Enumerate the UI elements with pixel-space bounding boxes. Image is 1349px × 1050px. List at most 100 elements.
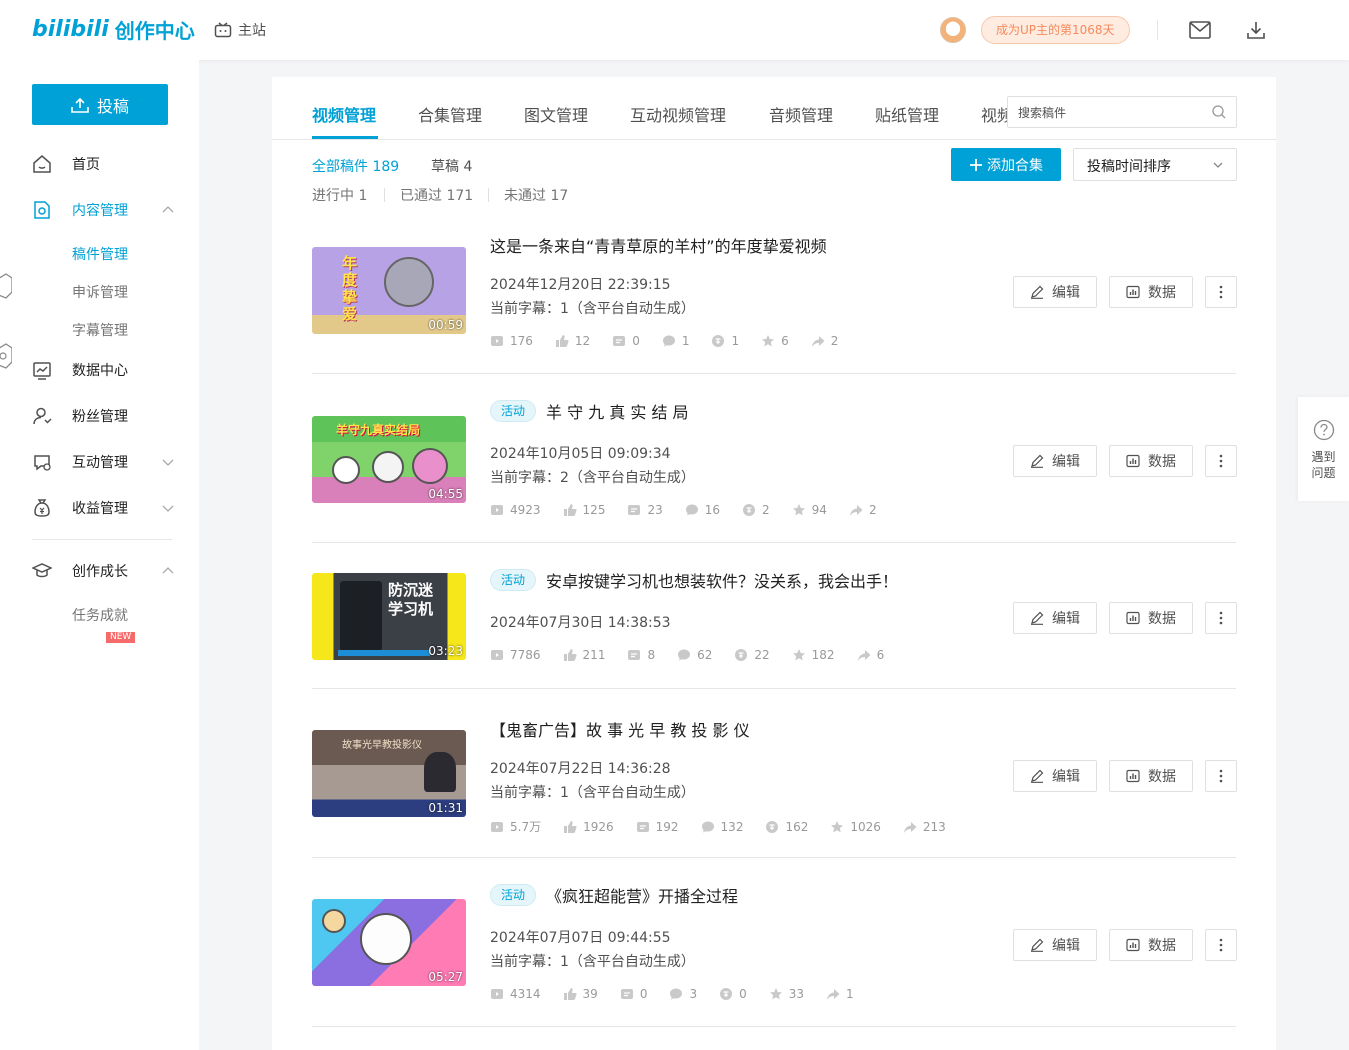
sidebar-item-label: 内容管理 bbox=[72, 203, 128, 219]
mail-icon[interactable] bbox=[1189, 19, 1211, 41]
data-label: 数据 bbox=[1148, 938, 1176, 954]
data-label: 数据 bbox=[1148, 285, 1176, 301]
data-button[interactable]: 数据 bbox=[1109, 276, 1193, 308]
more-button[interactable] bbox=[1205, 602, 1237, 634]
sidebar-item-revenue[interactable]: 收益管理 bbox=[0, 488, 199, 528]
sort-select[interactable]: 投稿时间排序 bbox=[1073, 148, 1237, 181]
thumbnail-text: 年度挚爱 bbox=[342, 254, 358, 323]
more-button[interactable] bbox=[1205, 760, 1237, 792]
video-thumbnail[interactable]: 羊守九真实结局 04:55 bbox=[312, 416, 466, 503]
sidebar-item-fans[interactable]: 粉丝管理 bbox=[0, 396, 199, 436]
tab-article[interactable]: 图文管理 bbox=[524, 102, 588, 126]
data-button[interactable]: 数据 bbox=[1109, 602, 1193, 634]
edit-button[interactable]: 编辑 bbox=[1013, 760, 1097, 792]
sidebar-item-label: 粉丝管理 bbox=[72, 409, 128, 425]
danmaku-icon bbox=[628, 650, 641, 660]
danmaku-icon bbox=[613, 336, 626, 346]
play-icon bbox=[491, 821, 503, 832]
video-stats: 7786 211 8 62 22 182 6 bbox=[490, 648, 906, 662]
avatar[interactable] bbox=[940, 17, 966, 43]
video-title-text: 羊 守 九 真 实 结 局 bbox=[546, 403, 689, 422]
divider bbox=[1157, 20, 1158, 40]
video-thumbnail[interactable]: 05:27 bbox=[312, 899, 466, 986]
sidebar-item-growth[interactable]: 创作成长 bbox=[0, 551, 199, 591]
tab-sticker[interactable]: 贴纸管理 bbox=[875, 102, 939, 126]
search-icon[interactable] bbox=[1212, 105, 1226, 119]
edit-button[interactable]: 编辑 bbox=[1013, 276, 1097, 308]
comment-icon bbox=[678, 649, 691, 661]
sidebar-sub-subtitles[interactable]: 字幕管理 bbox=[72, 320, 128, 340]
video-thumbnail[interactable]: 年度挚爱 00:59 bbox=[312, 247, 466, 334]
comment-icon bbox=[701, 821, 714, 832]
video-row: 年度挚爱 00:59 这是一条来自“青青草原的羊村”的年度挚爱视频 2024年1… bbox=[312, 205, 1237, 374]
pencil-icon bbox=[1031, 454, 1044, 468]
stat-comments: 1 bbox=[662, 334, 689, 348]
sidebar-item-label: 互动管理 bbox=[72, 455, 128, 471]
video-date: 2024年07月07日 09:44:55 bbox=[490, 930, 671, 946]
bar-chart-icon bbox=[1126, 454, 1140, 468]
edit-button[interactable]: 编辑 bbox=[1013, 929, 1097, 961]
video-thumbnail[interactable]: 防沉迷 学习机 03:23 bbox=[312, 573, 466, 660]
more-vertical-icon bbox=[1219, 285, 1223, 299]
stat-views: 7786 bbox=[490, 648, 541, 662]
sidebar-sub-tasks[interactable]: 任务成就 bbox=[72, 605, 128, 625]
edit-button[interactable]: 编辑 bbox=[1013, 602, 1097, 634]
video-title[interactable]: 活动 羊 守 九 真 实 结 局 bbox=[490, 399, 689, 423]
main-site-link[interactable]: 主站 bbox=[214, 20, 266, 40]
sidebar-item-home[interactable]: 首页 bbox=[0, 144, 199, 184]
stat-views: 5.7万 bbox=[490, 818, 541, 835]
data-button[interactable]: 数据 bbox=[1109, 760, 1193, 792]
coin-icon bbox=[735, 649, 748, 661]
more-button[interactable] bbox=[1205, 445, 1237, 477]
help-panel[interactable]: 遇到问题 bbox=[1298, 397, 1349, 501]
stat-favorites: 1026 bbox=[830, 820, 881, 834]
filter-all[interactable]: 全部稿件 189 bbox=[312, 156, 399, 176]
data-button[interactable]: 数据 bbox=[1109, 929, 1193, 961]
comment-icon bbox=[685, 504, 698, 516]
data-button[interactable]: 数据 bbox=[1109, 445, 1193, 477]
edit-button[interactable]: 编辑 bbox=[1013, 445, 1097, 477]
sidebar-sub-manuscripts[interactable]: 稿件管理 bbox=[72, 244, 128, 264]
filter-not-passed[interactable]: 未通过 17 bbox=[504, 185, 568, 205]
coin-icon bbox=[743, 504, 756, 516]
sidebar-item-data-center[interactable]: 数据中心 bbox=[0, 350, 199, 390]
tab-video[interactable]: 视频管理 bbox=[312, 102, 376, 126]
video-title-text: 【鬼畜广告】故 事 光 早 教 投 影 仪 bbox=[490, 721, 750, 740]
filter-in-progress[interactable]: 进行中 1 bbox=[312, 185, 367, 205]
stat-coins: 0 bbox=[719, 987, 747, 1001]
divider bbox=[32, 539, 172, 540]
more-button[interactable] bbox=[1205, 929, 1237, 961]
more-button[interactable] bbox=[1205, 276, 1237, 308]
thumbnail-text: 羊守九真实结局 bbox=[336, 423, 421, 437]
logo[interactable]: bilibili 创作中心 bbox=[32, 15, 195, 44]
sidebar-item-interaction[interactable]: 互动管理 bbox=[0, 442, 199, 482]
video-title[interactable]: 这是一条来自“青青草原的羊村”的年度挚爱视频 bbox=[490, 233, 827, 257]
divider bbox=[384, 188, 385, 202]
add-collection-button[interactable]: 添加合集 bbox=[951, 148, 1061, 181]
logo-cn: 创作中心 bbox=[114, 19, 195, 43]
sidebar-item-content[interactable]: 内容管理 bbox=[0, 190, 199, 230]
tab-video-more[interactable]: 视频 bbox=[981, 102, 1008, 125]
tab-collection[interactable]: 合集管理 bbox=[418, 102, 482, 126]
video-thumbnail[interactable]: 故事光早教投影仪 01:31 bbox=[312, 730, 466, 817]
download-icon[interactable] bbox=[1245, 19, 1267, 41]
filter-draft[interactable]: 草稿 4 bbox=[431, 156, 472, 176]
video-title-text: 《疯狂超能营》开播全过程 bbox=[546, 887, 739, 906]
search-input[interactable]: 搜索稿件 bbox=[1007, 96, 1237, 128]
stat-likes: 39 bbox=[563, 987, 598, 1001]
graduation-cap-icon bbox=[32, 563, 52, 578]
submit-button[interactable]: 投稿 bbox=[32, 84, 168, 125]
video-title[interactable]: 活动 《疯狂超能营》开播全过程 bbox=[490, 883, 738, 907]
sidebar: 投稿 首页 内容管理 稿件管理 申诉管理 字幕管理 数据中心 粉丝管理 互动管理… bbox=[0, 60, 199, 1050]
tab-interactive-video[interactable]: 互动视频管理 bbox=[630, 102, 726, 126]
star-icon bbox=[792, 504, 805, 516]
tab-audio[interactable]: 音频管理 bbox=[769, 102, 833, 126]
data-label: 数据 bbox=[1148, 769, 1176, 785]
up-days-badge[interactable]: 成为UP主的第1068天 bbox=[981, 16, 1130, 44]
content-panel: 视频管理 合集管理 图文管理 互动视频管理 音频管理 贴纸管理 视频 搜索稿件 … bbox=[272, 77, 1276, 1050]
video-title[interactable]: 【鬼畜广告】故 事 光 早 教 投 影 仪 bbox=[490, 717, 750, 741]
sidebar-sub-appeals[interactable]: 申诉管理 bbox=[72, 282, 128, 302]
video-title[interactable]: 活动 安卓按键学习机也想装软件？没关系，我会出手！ bbox=[490, 568, 898, 592]
video-date: 2024年12月20日 22:39:15 bbox=[490, 277, 671, 293]
filter-passed[interactable]: 已通过 171 bbox=[400, 185, 473, 205]
